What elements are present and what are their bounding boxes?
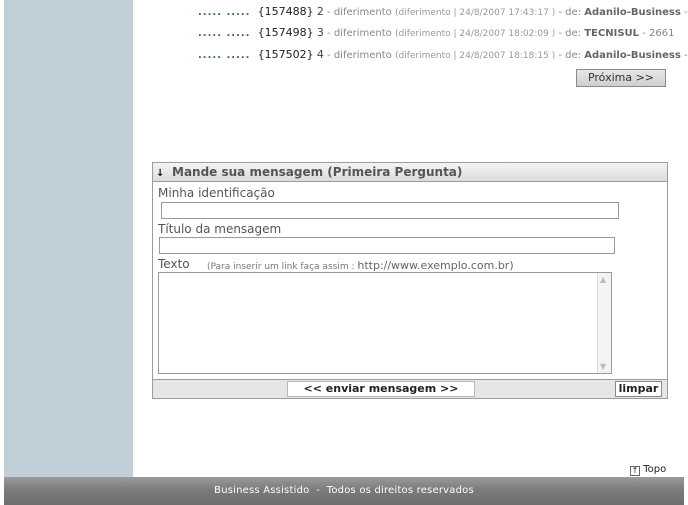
message-textarea[interactable]: ▲ ▼ xyxy=(158,272,612,374)
message-id: {157502} xyxy=(257,48,314,61)
page-footer: Business Assistido - Todos os direitos r… xyxy=(4,477,684,505)
message-number: 4 xyxy=(316,48,324,61)
separator: - xyxy=(323,50,334,61)
indent-dots: ..... ..... xyxy=(198,7,251,18)
indent-dots: ..... ..... xyxy=(198,28,251,39)
arrow-down-icon: ↓ xyxy=(156,168,165,179)
back-to-top-link[interactable]: ↑ Topo xyxy=(630,464,666,476)
message-id: {157498} xyxy=(257,26,314,39)
message-meta: (diferimento | 24/8/2007 18:18:15 ) xyxy=(394,51,556,61)
message-meta: (diferimento | 24/8/2007 18:02:09 ) xyxy=(394,29,556,39)
form-header: ↓ Mande sua mensagem (Primeira Pergunta) xyxy=(153,163,667,182)
scroll-down-icon[interactable]: ▼ xyxy=(600,362,606,371)
textarea-scrollbar[interactable]: ▲ ▼ xyxy=(597,273,611,373)
message-author: Adanilo-Business xyxy=(584,50,681,61)
message-number: 2 xyxy=(316,5,324,18)
form-title: Mande sua mensagem (Primeira Pergunta) xyxy=(172,165,463,179)
list-item[interactable]: ..... ..... {157502} 4 - diferimento (di… xyxy=(198,48,688,62)
message-meta: (diferimento | 24/8/2007 17:43:17 ) xyxy=(394,8,556,18)
author-points: 2661 xyxy=(648,28,675,39)
message-title-link[interactable]: diferimento xyxy=(334,28,392,39)
left-sidebar-column xyxy=(0,0,133,477)
subject-label: Título da mensagem xyxy=(158,222,282,236)
text-label: Texto xyxy=(158,257,190,271)
send-message-button[interactable]: << enviar mensagem >> xyxy=(287,381,475,397)
indent-dots: ..... ..... xyxy=(198,50,251,61)
message-author: Adanilo-Business xyxy=(584,7,681,18)
footer-text: Business Assistido - Todos os direitos r… xyxy=(214,485,474,496)
right-edge-strip xyxy=(684,0,688,477)
identification-input[interactable] xyxy=(161,202,619,219)
message-id: {157488} xyxy=(257,5,314,18)
link-hint-url: http://www.exemplo.com.br xyxy=(357,259,510,272)
message-number: 3 xyxy=(316,26,324,39)
form-footer: << enviar mensagem >> limpar xyxy=(153,379,667,398)
subject-input[interactable] xyxy=(159,237,615,254)
clear-button[interactable]: limpar xyxy=(615,381,662,397)
left-edge-strip xyxy=(0,0,4,477)
by-label: - de: xyxy=(555,50,585,61)
message-title-link[interactable]: diferimento xyxy=(334,50,392,61)
separator: - xyxy=(683,7,688,18)
back-to-top-label: Topo xyxy=(643,464,667,475)
identification-label: Minha identificação xyxy=(158,186,275,200)
separator: - xyxy=(639,28,649,39)
message-form: ↓ Mande sua mensagem (Primeira Pergunta)… xyxy=(152,162,668,399)
next-page-button[interactable]: Próxima >> xyxy=(576,69,666,87)
arrow-up-icon: ↑ xyxy=(630,466,640,476)
message-title-link[interactable]: diferimento xyxy=(334,7,392,18)
separator: - xyxy=(323,7,334,18)
list-item[interactable]: ..... ..... {157498} 3 - diferimento (di… xyxy=(198,26,674,40)
link-hint-prefix: (Para inserir um link faça assim : xyxy=(207,262,358,272)
separator: - xyxy=(683,50,688,61)
link-hint: (Para inserir um link faça assim : http:… xyxy=(207,259,514,272)
separator: - xyxy=(323,28,334,39)
link-hint-suffix: ) xyxy=(509,259,514,272)
by-label: - de: xyxy=(555,28,585,39)
message-author: TECNISUL xyxy=(584,28,640,39)
by-label: - de: xyxy=(555,7,585,18)
list-item[interactable]: ..... ..... {157488} 2 - diferimento (di… xyxy=(198,5,688,19)
scroll-up-icon[interactable]: ▲ xyxy=(600,275,606,284)
